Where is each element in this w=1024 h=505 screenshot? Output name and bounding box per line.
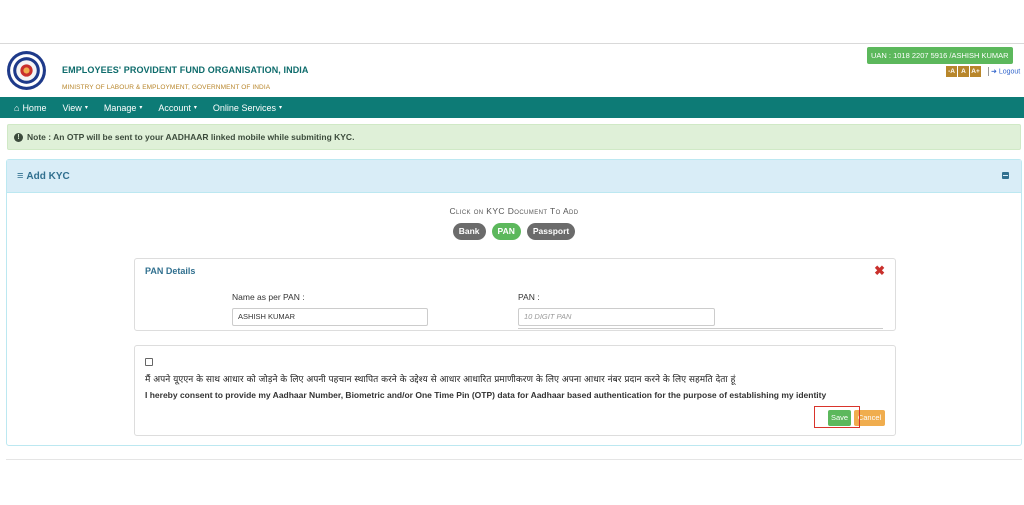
nav-manage-label: Manage — [103, 102, 137, 113]
uan-badge: UAN : 1018 2207 5916 /ASHISH KUMAR — [867, 47, 1013, 64]
close-icon[interactable]: ✖ — [874, 263, 885, 279]
main-nav: ⌂ Home View ▾ Manage ▾ Account ▾ Online … — [0, 97, 1024, 118]
passport-doc-button[interactable]: Passport — [526, 223, 576, 240]
pan-details-box: PAN Details ✖ Name as per PAN : ASHISH K… — [134, 258, 896, 331]
logout-separator — [988, 67, 989, 76]
org-name: EMPLOYEES' PROVIDENT FUND ORGANISATION, … — [62, 65, 309, 75]
nav-view[interactable]: View ▾ — [54, 97, 95, 118]
nav-home[interactable]: ⌂ Home — [0, 97, 54, 118]
home-icon: ⌂ — [14, 102, 20, 113]
nav-online-services[interactable]: Online Services ▾ — [205, 97, 290, 118]
caret-down-icon: ▾ — [278, 105, 282, 111]
collapse-icon[interactable] — [1002, 172, 1009, 179]
header: EMPLOYEES' PROVIDENT FUND ORGANISATION, … — [0, 44, 1024, 97]
panel-title: Add KYC — [26, 170, 70, 182]
divider — [518, 328, 883, 329]
nav-account[interactable]: Account ▾ — [150, 97, 205, 118]
nav-view-label: View — [62, 102, 82, 113]
epfo-logo — [7, 51, 46, 90]
logout-link[interactable]: ➜ Logout — [988, 67, 1020, 76]
save-highlight-box — [814, 406, 860, 428]
logout-icon: ➜ — [991, 68, 999, 76]
consent-english-text: I hereby consent to provide my Aadhaar N… — [145, 390, 827, 400]
kyc-instruction: Click on KYC Document To Add — [449, 206, 579, 216]
font-decrease-button[interactable]: -A — [946, 66, 957, 77]
bank-doc-button[interactable]: Bank — [452, 223, 486, 240]
consent-hindi-text: मैं अपने यूएएन के साथ आधार को जोड़ने के … — [145, 375, 736, 385]
add-kyc-panel: ≡ Add KYC Click on KYC Document To Add B… — [6, 159, 1022, 446]
bottom-divider — [6, 459, 1022, 460]
name-input[interactable]: ASHISH KUMAR — [232, 308, 428, 326]
caret-down-icon: ▾ — [84, 105, 88, 111]
info-icon: ! — [14, 132, 23, 142]
note-text: Note : An OTP will be sent to your AADHA… — [27, 132, 355, 142]
logout-label: Logout — [998, 68, 1021, 76]
pan-label: PAN : — [518, 292, 540, 302]
ministry-name: MINISTRY OF LABOUR & EMPLOYMENT, GOVERNM… — [62, 84, 271, 91]
otp-note-alert: ! Note : An OTP will be sent to your AAD… — [7, 124, 1021, 150]
caret-down-icon: ▾ — [139, 105, 143, 111]
panel-heading: ≡ Add KYC — [7, 160, 1021, 193]
consent-checkbox[interactable] — [145, 358, 153, 366]
name-label: Name as per PAN : — [232, 292, 305, 302]
nav-home-label: Home — [22, 102, 47, 113]
menu-icon: ≡ — [17, 170, 24, 182]
consent-box: मैं अपने यूएएन के साथ आधार को जोड़ने के … — [134, 345, 896, 436]
pan-details-title: PAN Details — [145, 266, 196, 276]
nav-online-services-label: Online Services — [212, 102, 276, 113]
pan-input[interactable]: 10 DIGIT PAN — [518, 308, 715, 326]
nav-manage[interactable]: Manage ▾ — [96, 97, 151, 118]
font-increase-button[interactable]: A+ — [970, 66, 981, 77]
nav-account-label: Account — [158, 102, 191, 113]
caret-down-icon: ▾ — [193, 105, 197, 111]
kyc-document-buttons: Bank PAN Passport — [7, 223, 1021, 240]
font-size-controls: -A A A+ — [946, 66, 981, 77]
font-normal-button[interactable]: A — [958, 66, 969, 77]
page: EMPLOYEES' PROVIDENT FUND ORGANISATION, … — [0, 0, 1024, 505]
pan-doc-button[interactable]: PAN — [491, 223, 521, 240]
